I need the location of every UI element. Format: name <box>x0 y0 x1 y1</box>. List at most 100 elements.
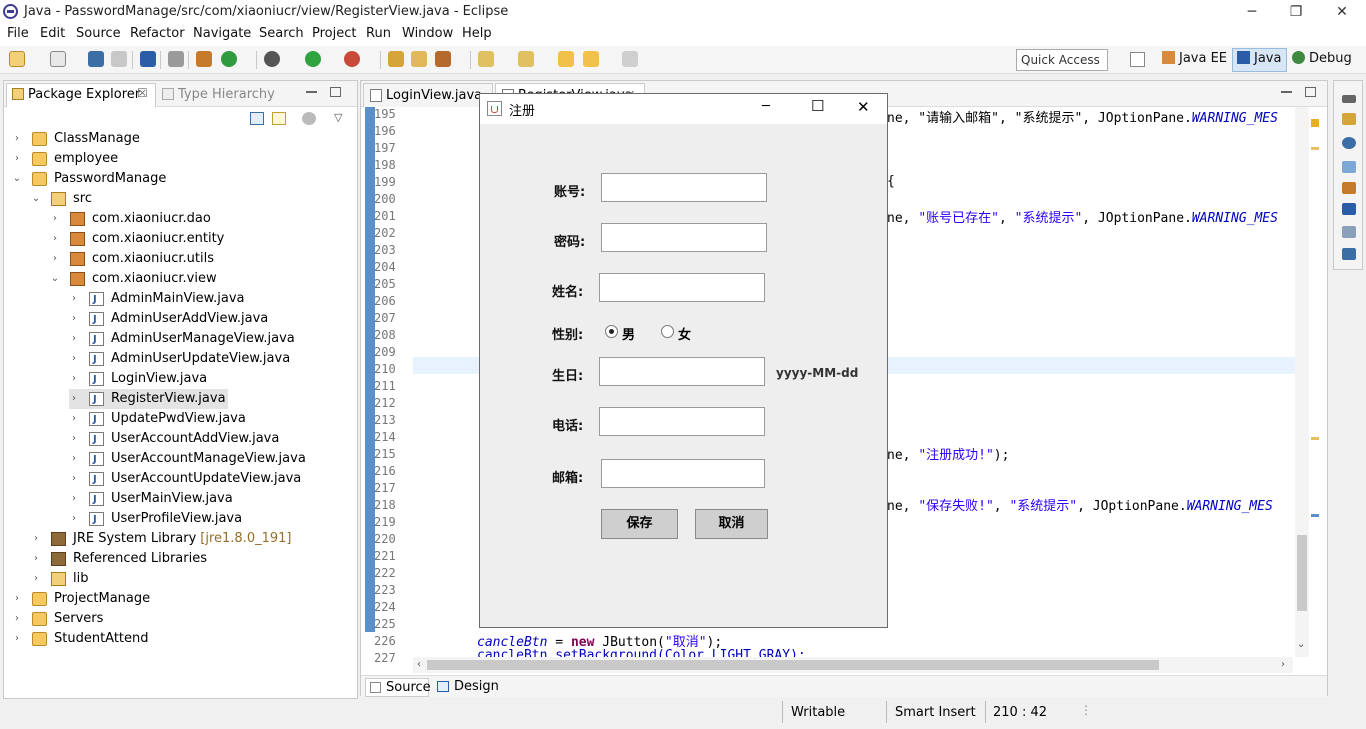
task-list-icon[interactable] <box>1342 113 1356 125</box>
save-icon[interactable] <box>88 51 104 67</box>
collapsed-chevron-icon[interactable]: › <box>69 469 79 489</box>
menu-project[interactable]: Project <box>312 26 356 41</box>
scroll-left-icon[interactable]: ‹ <box>417 659 421 670</box>
expanded-chevron-icon[interactable]: ⌄ <box>50 269 60 289</box>
menu-file[interactable]: File <box>7 26 29 41</box>
last-edit-icon[interactable] <box>558 51 574 67</box>
expanded-chevron-icon[interactable]: ⌄ <box>12 169 22 189</box>
tree-item-java-file[interactable]: › UserProfileView.java <box>69 509 244 530</box>
quick-access-input[interactable]: Quick Access <box>1016 49 1108 71</box>
menu-window[interactable]: Window <box>402 26 453 41</box>
tab-loginview[interactable]: LoginView.java <box>363 83 493 107</box>
tree-item-java-file[interactable]: › UserMainView.java <box>69 489 235 510</box>
tree-item-java-file[interactable]: › UpdatePwdView.java <box>69 409 248 430</box>
birthday-field[interactable] <box>599 357 765 386</box>
search-icon[interactable] <box>435 51 451 67</box>
tree-item-package[interactable]: › com.xiaoniucr.entity <box>50 229 226 249</box>
tree-item-project[interactable]: › employee <box>12 149 120 169</box>
outline-icon[interactable] <box>1342 137 1356 149</box>
code-line-201[interactable]: ne, "账号已存在", "系统提示", JOptionPane.WARNING… <box>887 207 1278 226</box>
menu-search[interactable]: Search <box>259 26 304 41</box>
scroll-down-icon[interactable]: ⌄ <box>1297 639 1305 650</box>
code-line-199[interactable]: { <box>887 174 895 189</box>
cancel-button[interactable]: 取消 <box>695 509 768 539</box>
menu-help[interactable]: Help <box>462 26 492 41</box>
console-view-icon[interactable] <box>1342 203 1356 215</box>
view-menu-icon[interactable]: ▽ <box>334 111 342 124</box>
tree-item-java-file[interactable]: › UserAccountManageView.java <box>69 449 308 470</box>
collapse-all-icon[interactable] <box>250 112 264 125</box>
dialog-close-button[interactable]: ✕ <box>857 98 870 116</box>
perspective-debug[interactable]: Debug <box>1292 51 1352 66</box>
tab-source[interactable]: Source <box>365 678 431 697</box>
horizontal-scroll-thumb[interactable] <box>427 660 1159 670</box>
horizontal-scrollbar[interactable]: ‹ › <box>413 657 1293 673</box>
perspective-java[interactable]: Java <box>1237 51 1281 66</box>
maximize-view-icon[interactable] <box>330 87 341 97</box>
collapsed-chevron-icon[interactable]: › <box>31 569 41 589</box>
vertical-scroll-thumb[interactable] <box>1297 535 1307 611</box>
collapsed-chevron-icon[interactable]: › <box>69 329 79 349</box>
open-resource-icon[interactable] <box>411 51 427 67</box>
account-field[interactable] <box>601 173 767 202</box>
run-config-icon[interactable] <box>344 51 360 67</box>
declaration-icon[interactable] <box>1342 182 1356 194</box>
run-icon[interactable] <box>305 51 321 67</box>
collapsed-chevron-icon[interactable]: › <box>69 289 79 309</box>
collapsed-chevron-icon[interactable]: › <box>50 229 60 249</box>
code-line-195[interactable]: ne, "请输入邮箱", "系统提示", JOptionPane.WARNING… <box>887 107 1278 126</box>
collapsed-chevron-icon[interactable]: › <box>50 249 60 269</box>
tree-item-java-file[interactable]: › AdminUserUpdateView.java <box>69 349 292 370</box>
scroll-right-icon[interactable]: › <box>1281 659 1285 670</box>
save-all-icon[interactable] <box>111 51 127 67</box>
debug-icon[interactable] <box>264 51 280 67</box>
collapsed-chevron-icon[interactable]: › <box>69 389 79 409</box>
tree-item-project[interactable]: › Servers <box>12 609 105 629</box>
status-insert-mode[interactable]: Smart Insert <box>895 705 976 720</box>
tree-item-folder[interactable]: › lib <box>31 569 90 589</box>
collapsed-chevron-icon[interactable]: › <box>50 209 60 229</box>
next-annotation-icon[interactable] <box>478 51 494 67</box>
code-line-218[interactable]: ne, "保存失败!", "系统提示", JOptionPane.WARNING… <box>887 495 1273 514</box>
tree-item-java-file[interactable]: › RegisterView.java <box>69 389 228 410</box>
link-editor-icon[interactable] <box>272 112 286 125</box>
tree-item-java-file[interactable]: › AdminMainView.java <box>69 289 247 310</box>
tree-item-project[interactable]: › ProjectManage <box>12 589 152 609</box>
restore-icon[interactable] <box>1342 95 1356 103</box>
perspective-java-ee[interactable]: Java EE <box>1162 51 1227 66</box>
tab-type-hierarchy[interactable]: Type Hierarchy <box>178 87 275 102</box>
email-field[interactable] <box>601 459 765 488</box>
new-icon[interactable] <box>9 51 25 67</box>
tree-item-source-folder[interactable]: ⌄ src <box>31 189 94 209</box>
tree-item-java-file[interactable]: › UserAccountAddView.java <box>69 429 281 450</box>
tree-item-library[interactable]: › Referenced Libraries <box>31 549 209 569</box>
collapsed-chevron-icon[interactable]: › <box>69 349 79 369</box>
tree-item-project[interactable]: › StudentAttend <box>12 629 151 649</box>
menu-edit[interactable]: Edit <box>40 26 65 41</box>
dialog-maximize-button[interactable]: ☐ <box>811 97 824 115</box>
code-line-227[interactable]: cancleBtn.setBackground(Color.LIGHT_GRAY… <box>477 648 806 657</box>
collapsed-chevron-icon[interactable]: › <box>12 149 22 169</box>
open-perspective-icon[interactable] <box>1130 52 1145 67</box>
tree-item-java-file[interactable]: › LoginView.java <box>69 369 209 390</box>
collapsed-chevron-icon[interactable]: › <box>69 409 79 429</box>
maximize-button[interactable]: ❐ <box>1276 2 1316 22</box>
problems-view-icon[interactable] <box>1342 248 1356 260</box>
minimize-view-icon[interactable] <box>306 91 317 93</box>
focus-task-icon[interactable] <box>302 112 316 125</box>
code-line-215[interactable]: ne, "注册成功!"); <box>887 444 1009 463</box>
close-tab-icon[interactable]: ☒ <box>137 86 148 100</box>
refresh-icon[interactable] <box>221 51 237 67</box>
gender-male-radio[interactable] <box>605 325 618 338</box>
server-icon[interactable] <box>196 51 212 67</box>
tree-item-package[interactable]: › com.xiaoniucr.dao <box>50 209 213 229</box>
tree-item-library[interactable]: › JRE System Library [jre1.8.0_191] <box>31 529 293 549</box>
collapsed-chevron-icon[interactable]: › <box>69 369 79 389</box>
collapsed-chevron-icon[interactable]: › <box>69 509 79 529</box>
javadoc-icon[interactable] <box>1342 161 1356 173</box>
tree-item-java-file[interactable]: › UserAccountUpdateView.java <box>69 469 303 490</box>
collapsed-chevron-icon[interactable]: › <box>69 309 79 329</box>
tree-item-package[interactable]: › com.xiaoniucr.utils <box>50 249 216 269</box>
forward-icon[interactable] <box>622 51 638 67</box>
gender-female-label[interactable]: 女 <box>678 324 691 343</box>
